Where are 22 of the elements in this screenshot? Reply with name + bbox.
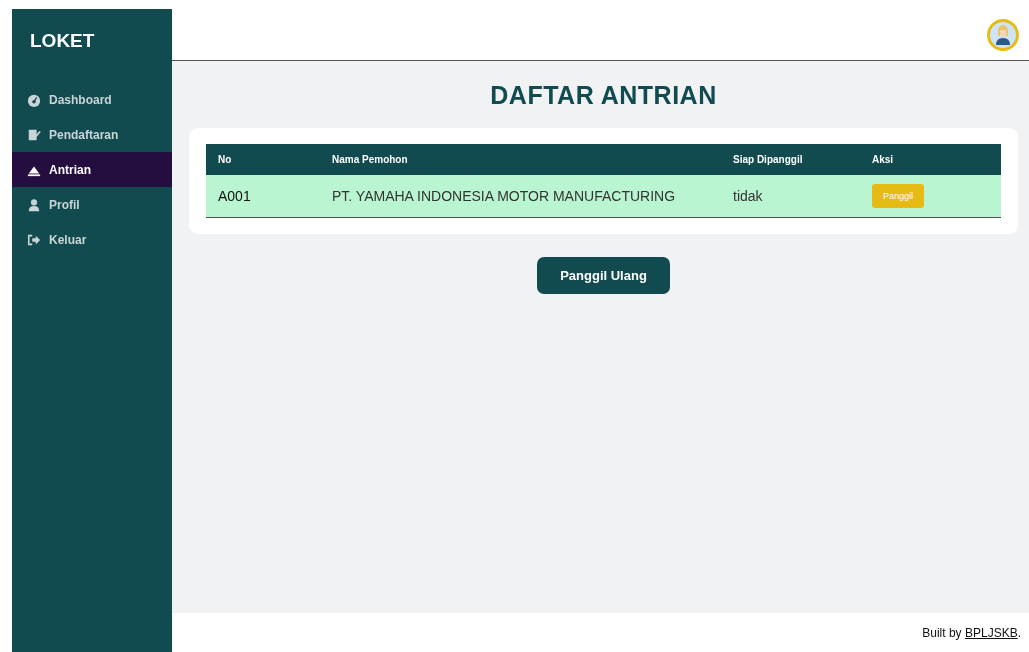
brand-title: LOKET (29, 29, 96, 53)
exit-icon (27, 232, 41, 247)
recall-button[interactable]: Panggil Ulang (537, 257, 670, 294)
table-cell: A001 (206, 175, 320, 218)
footer-text: Built by BPLJSKB. (922, 625, 1021, 640)
gauge-icon (27, 92, 41, 107)
sidebar-item[interactable]: Antrian (12, 152, 172, 187)
user-icon (27, 197, 41, 212)
page-title: DAFTAR ANTRIAN (490, 81, 717, 110)
sidebar-item[interactable]: Pendaftaran (12, 117, 172, 152)
column-header: No (206, 144, 320, 175)
column-header: Nama Pemohon (320, 144, 721, 175)
column-header: Aksi (860, 144, 1001, 175)
table-cell: tidak (721, 175, 860, 218)
form-icon (27, 127, 41, 142)
table-cell: PT. YAMAHA INDONESIA MOTOR MANUFACTURING (320, 175, 721, 218)
avatar-icon[interactable] (987, 18, 1019, 51)
column-header: Siap Dipanggil (721, 144, 860, 175)
sidebar-item[interactable]: Profil (12, 187, 172, 222)
sidebar-item[interactable]: Keluar (12, 222, 172, 257)
sidebar-item[interactable]: Dashboard (12, 82, 172, 117)
footer-link[interactable]: BPLJSKB (964, 625, 1018, 640)
